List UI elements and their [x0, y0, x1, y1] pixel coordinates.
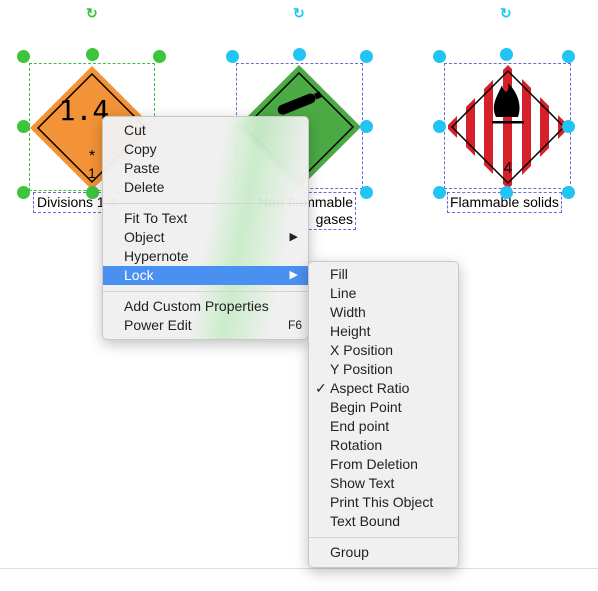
checkmark-icon: ✓: [315, 380, 327, 396]
menu-item-cut[interactable]: Cut: [103, 121, 308, 140]
menu-separator: [103, 203, 308, 204]
submenu-item-y-position[interactable]: Y Position: [309, 360, 458, 379]
submenu-item-aspect-ratio[interactable]: ✓ Aspect Ratio: [309, 379, 458, 398]
menu-item-delete[interactable]: Delete: [103, 178, 308, 197]
resize-handle[interactable]: [360, 50, 373, 63]
resize-handle[interactable]: [360, 120, 373, 133]
menu-item-hypernote[interactable]: Hypernote: [103, 247, 308, 266]
class-number: 1: [88, 165, 96, 181]
resize-handle[interactable]: [17, 120, 30, 133]
resize-handle[interactable]: [153, 50, 166, 63]
resize-handle[interactable]: [293, 48, 306, 61]
submenu-item-fill[interactable]: Fill: [309, 265, 458, 284]
page-divider: [0, 568, 598, 569]
resize-handle[interactable]: [433, 186, 446, 199]
compat-star: *: [89, 148, 95, 165]
resize-handle[interactable]: [500, 48, 513, 61]
resize-handle[interactable]: [226, 50, 239, 63]
submenu-item-end-point[interactable]: End point: [309, 417, 458, 436]
flammable-solid-placard-icon: 4: [446, 65, 570, 189]
lock-submenu: Fill Line Width Height X Position Y Posi…: [308, 261, 459, 568]
submenu-item-text-bound[interactable]: Text Bound: [309, 512, 458, 531]
resize-handle[interactable]: [86, 48, 99, 61]
submenu-item-from-deletion[interactable]: From Deletion: [309, 455, 458, 474]
menu-separator: [309, 537, 458, 538]
class-number: 4: [504, 160, 513, 177]
menu-item-fit-to-text[interactable]: Fit To Text: [103, 209, 308, 228]
resize-handle[interactable]: [17, 186, 30, 199]
submenu-item-begin-point[interactable]: Begin Point: [309, 398, 458, 417]
resize-handle[interactable]: [562, 120, 575, 133]
submenu-item-print-this-object[interactable]: Print This Object: [309, 493, 458, 512]
resize-handle[interactable]: [562, 186, 575, 199]
submenu-item-x-position[interactable]: X Position: [309, 341, 458, 360]
submenu-arrow-icon: ▶: [289, 269, 298, 281]
submenu-item-group[interactable]: Group: [309, 543, 458, 562]
rotate-handle-icon[interactable]: ↻: [500, 5, 512, 22]
submenu-item-height[interactable]: Height: [309, 322, 458, 341]
menu-item-add-custom-properties[interactable]: Add Custom Properties: [103, 297, 308, 316]
menu-item-object[interactable]: Object ▶: [103, 228, 308, 247]
menu-item-lock[interactable]: Lock ▶: [103, 266, 308, 285]
resize-handle[interactable]: [433, 120, 446, 133]
menu-item-copy[interactable]: Copy: [103, 140, 308, 159]
menu-item-power-edit[interactable]: Power Edit F6: [103, 316, 308, 335]
resize-handle[interactable]: [433, 50, 446, 63]
submenu-arrow-icon: ▶: [289, 231, 298, 243]
rotate-handle-icon[interactable]: ↻: [86, 5, 98, 22]
shortcut-label: F6: [287, 318, 302, 332]
resize-handle[interactable]: [500, 186, 513, 199]
menu-separator: [103, 291, 308, 292]
resize-handle[interactable]: [17, 50, 30, 63]
resize-handle[interactable]: [562, 50, 575, 63]
submenu-item-rotation[interactable]: Rotation: [309, 436, 458, 455]
resize-handle[interactable]: [360, 186, 373, 199]
resize-handle[interactable]: [86, 186, 99, 199]
submenu-item-line[interactable]: Line: [309, 284, 458, 303]
submenu-item-width[interactable]: Width: [309, 303, 458, 322]
submenu-item-show-text[interactable]: Show Text: [309, 474, 458, 493]
rotate-handle-icon[interactable]: ↻: [293, 5, 305, 22]
menu-item-paste[interactable]: Paste: [103, 159, 308, 178]
context-menu: Cut Copy Paste Delete Fit To Text Object…: [102, 116, 309, 340]
